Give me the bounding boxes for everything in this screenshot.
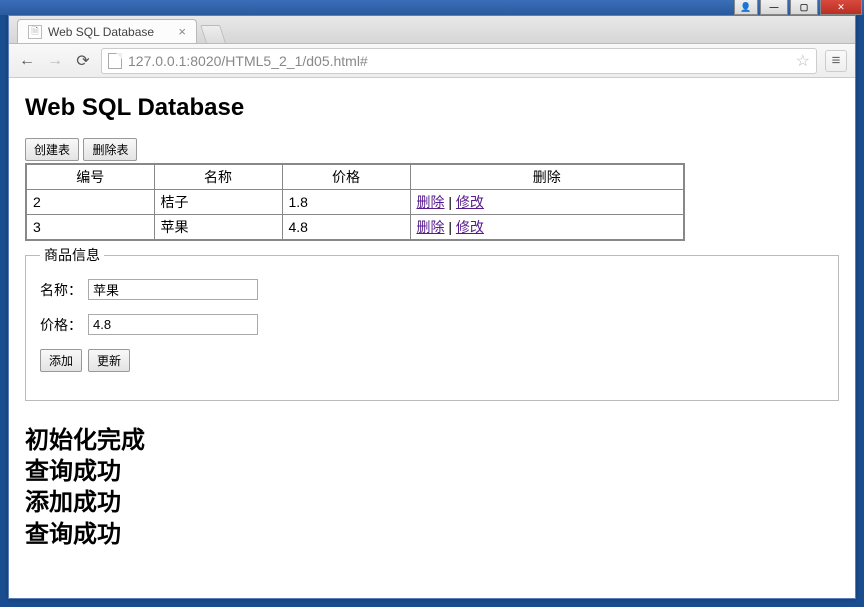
window-title-bar: 👤 — ▢ ✕ <box>0 0 864 15</box>
forward-button: → <box>45 51 65 71</box>
name-input[interactable] <box>88 279 258 300</box>
edit-link[interactable]: 修改 <box>456 219 484 235</box>
cell-actions: 删除 | 修改 <box>410 190 684 215</box>
status-message: 添加成功 <box>25 487 839 518</box>
table-row: 2桔子1.8删除 | 修改 <box>26 190 684 215</box>
form-row-name: 名称： <box>40 279 824 300</box>
close-button[interactable]: ✕ <box>820 0 862 15</box>
cell-id: 2 <box>26 190 154 215</box>
cell-price: 1.8 <box>282 190 410 215</box>
cell-name: 苹果 <box>154 215 282 241</box>
cell-name: 桔子 <box>154 190 282 215</box>
bookmark-star-icon[interactable]: ☆ <box>796 51 810 71</box>
name-label: 名称： <box>40 280 82 300</box>
tab-favicon: 🗎 <box>28 25 42 39</box>
status-message: 初始化完成 <box>25 425 839 456</box>
page-title: Web SQL Database <box>25 94 839 122</box>
window-controls: 👤 — ▢ ✕ <box>734 0 862 15</box>
form-buttons: 添加 更新 <box>40 349 824 372</box>
url-text: 127.0.0.1:8020/HTML5_2_1/d05.html# <box>128 53 368 69</box>
browser-tab[interactable]: 🗎 Web SQL Database × <box>17 19 197 43</box>
data-table: 编号 名称 价格 删除 2桔子1.8删除 | 修改3苹果4.8删除 | 修改 <box>25 163 685 241</box>
tab-close-icon[interactable]: × <box>178 24 186 39</box>
drop-table-button[interactable]: 删除表 <box>83 138 137 161</box>
col-action: 删除 <box>410 164 684 190</box>
edit-link[interactable]: 修改 <box>456 194 484 210</box>
reload-button[interactable]: ⟳ <box>73 51 93 71</box>
minimize-button[interactable]: — <box>760 0 788 15</box>
col-id: 编号 <box>26 164 154 190</box>
form-row-price: 价格： <box>40 314 824 335</box>
tab-strip: 🗎 Web SQL Database × <box>9 16 855 44</box>
maximize-button[interactable]: ▢ <box>790 0 818 15</box>
address-bar: ← → ⟳ 127.0.0.1:8020/HTML5_2_1/d05.html#… <box>9 44 855 78</box>
cell-actions: 删除 | 修改 <box>410 215 684 241</box>
status-message: 查询成功 <box>25 456 839 487</box>
user-icon[interactable]: 👤 <box>734 0 758 15</box>
browser-menu-button[interactable]: ≡ <box>825 50 847 72</box>
price-label: 价格： <box>40 315 82 335</box>
table-row: 3苹果4.8删除 | 修改 <box>26 215 684 241</box>
delete-link[interactable]: 删除 <box>417 219 445 235</box>
tab-title: Web SQL Database <box>48 25 154 39</box>
status-message: 查询成功 <box>25 519 839 550</box>
url-input[interactable]: 127.0.0.1:8020/HTML5_2_1/d05.html# ☆ <box>101 48 817 74</box>
price-input[interactable] <box>88 314 258 335</box>
browser-window: 🗎 Web SQL Database × ← → ⟳ 127.0.0.1:802… <box>8 15 856 599</box>
col-name: 名称 <box>154 164 282 190</box>
form-legend: 商品信息 <box>40 245 104 265</box>
table-toolbar: 创建表 删除表 <box>25 138 839 161</box>
back-button[interactable]: ← <box>17 51 37 71</box>
new-tab-button[interactable] <box>200 25 226 43</box>
table-header-row: 编号 名称 价格 删除 <box>26 164 684 190</box>
add-button[interactable]: 添加 <box>40 349 82 372</box>
status-log: 初始化完成查询成功添加成功查询成功 <box>25 425 839 550</box>
form-fieldset: 商品信息 名称： 价格： 添加 更新 <box>25 245 839 401</box>
cell-id: 3 <box>26 215 154 241</box>
page-icon <box>108 53 122 69</box>
create-table-button[interactable]: 创建表 <box>25 138 79 161</box>
page-viewport: Web SQL Database 创建表 删除表 编号 名称 价格 删除 2桔子… <box>9 78 855 598</box>
delete-link[interactable]: 删除 <box>417 194 445 210</box>
col-price: 价格 <box>282 164 410 190</box>
update-button[interactable]: 更新 <box>88 349 130 372</box>
cell-price: 4.8 <box>282 215 410 241</box>
